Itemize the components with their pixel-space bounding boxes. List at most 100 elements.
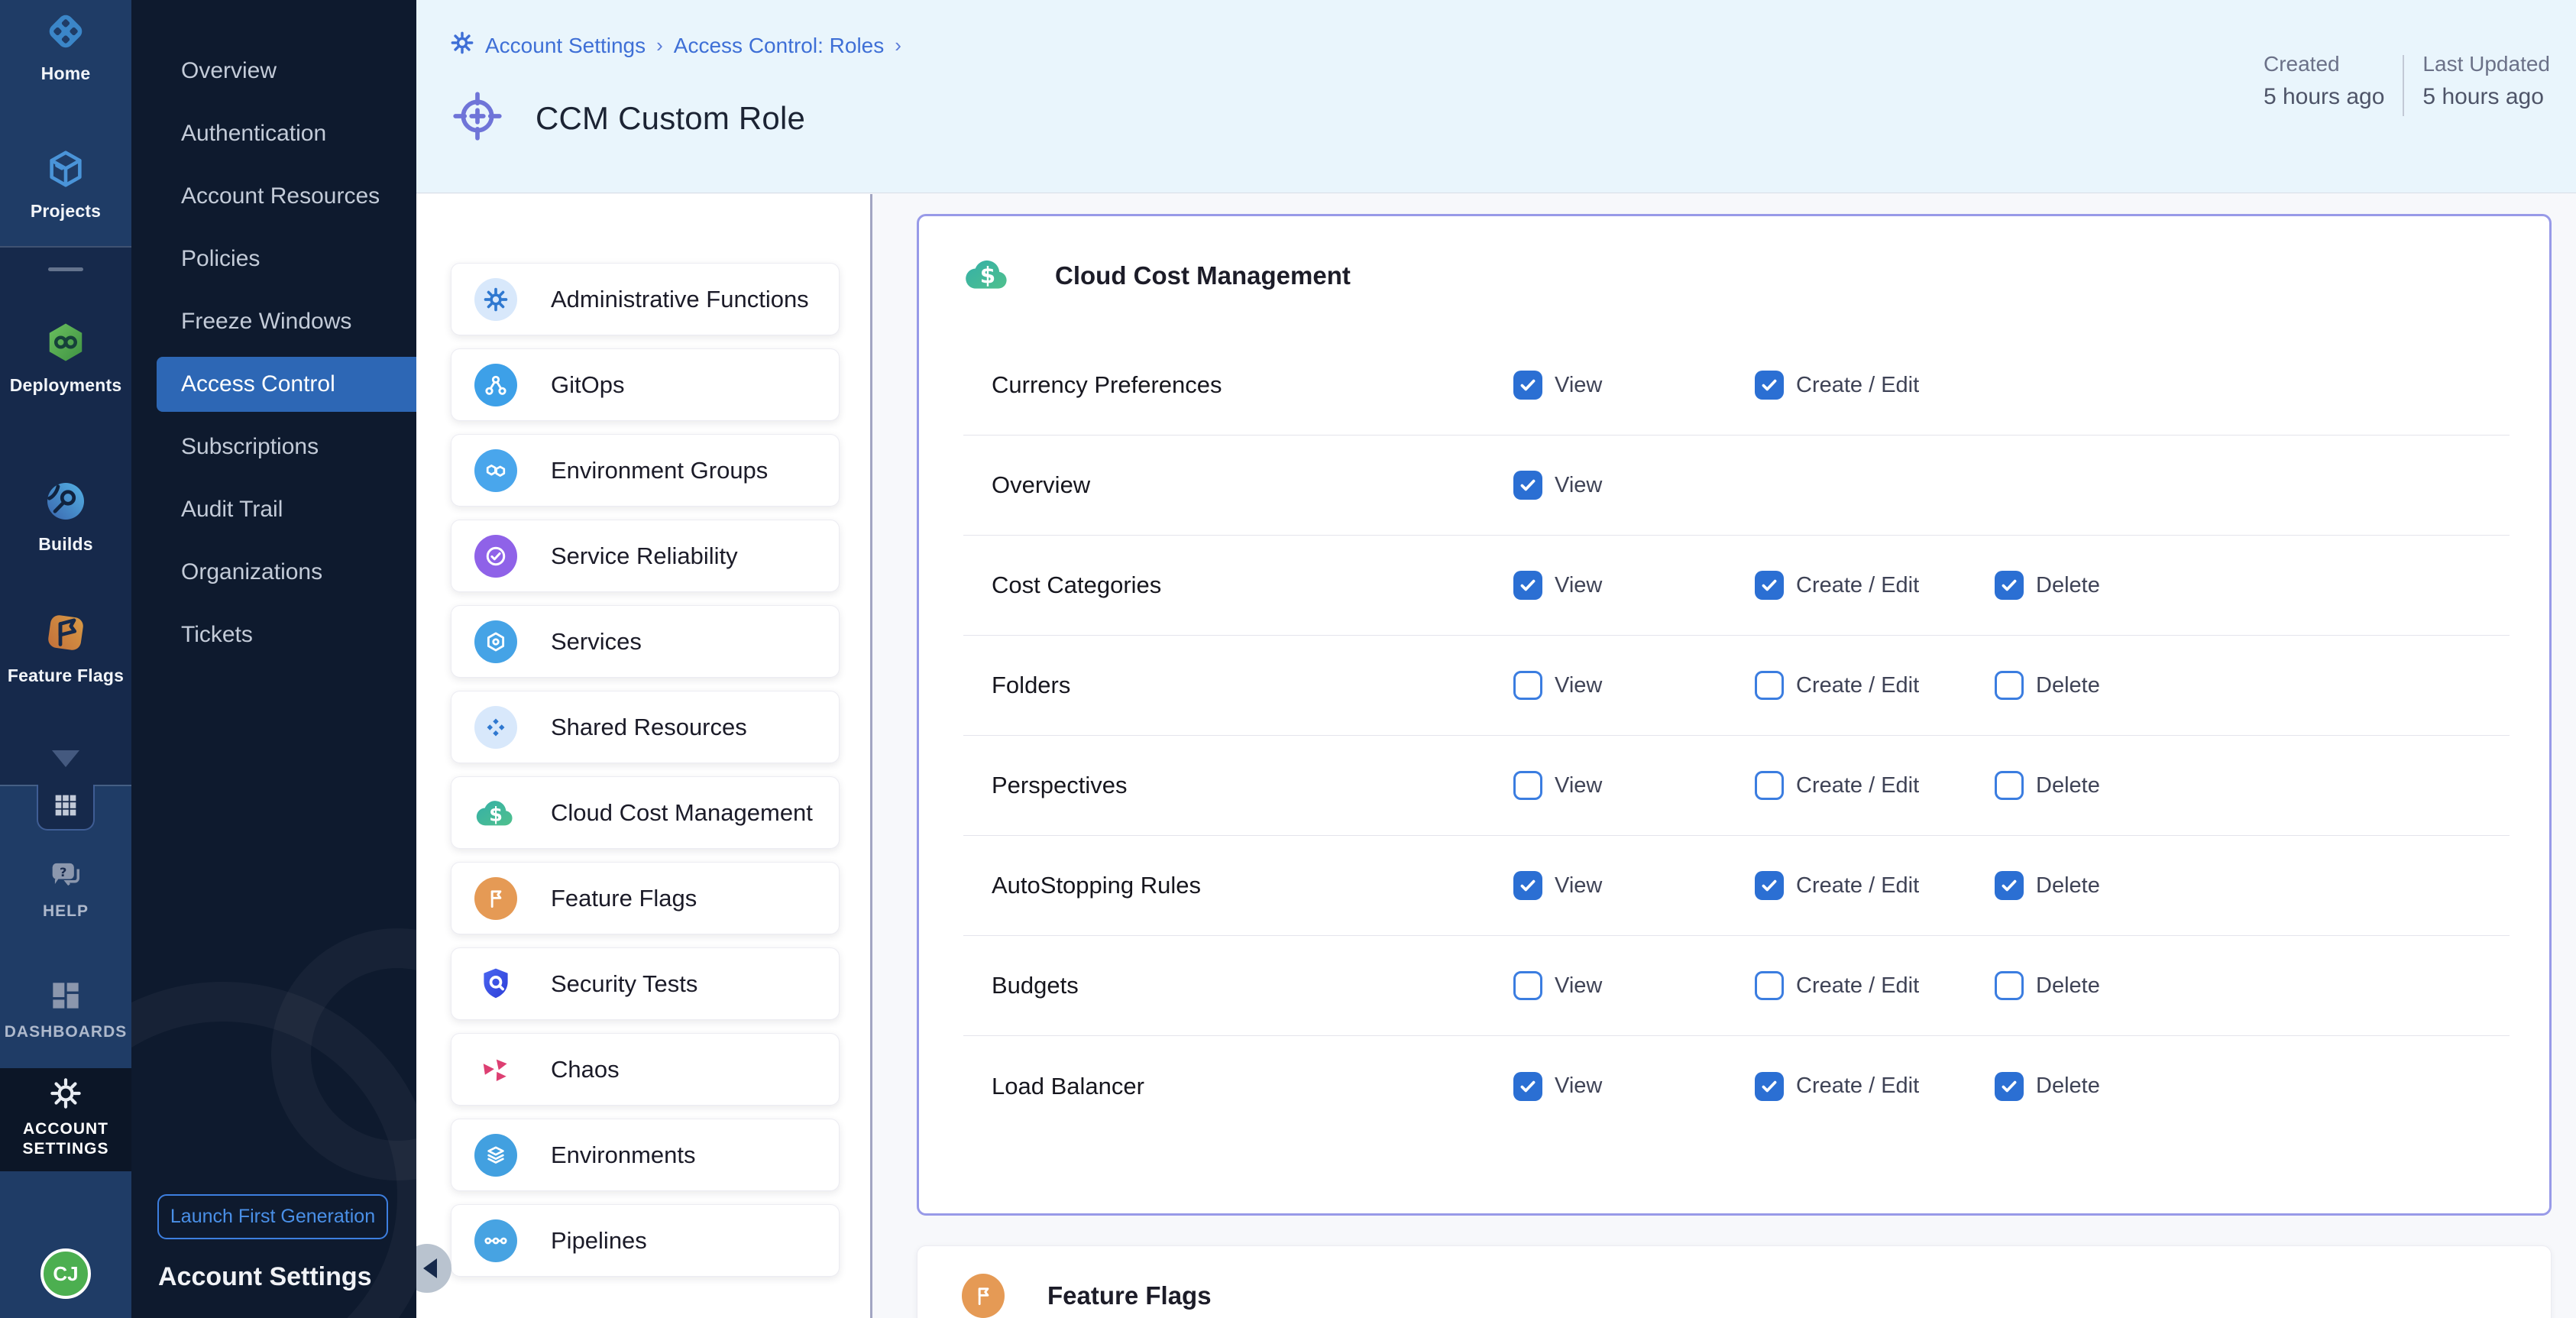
category-card-cloud-cost-management[interactable]: $ Cloud Cost Management [451, 776, 840, 849]
delete-checkbox[interactable] [1995, 771, 2024, 800]
chevron-down-icon[interactable] [52, 750, 79, 767]
delete-checkbox-label: Delete [2036, 573, 2100, 598]
permissions-panel[interactable]: $ Cloud Cost Management Currency Prefere… [917, 214, 2552, 1216]
created-value: 5 hours ago [2264, 84, 2384, 110]
create-edit-permission-cell: Create / Edit [1755, 671, 1919, 700]
delete-checkbox-label: Delete [2036, 773, 2100, 798]
create-edit-checkbox[interactable] [1755, 1072, 1784, 1101]
delete-checkbox-label: Delete [2036, 1074, 2100, 1099]
sidebar-item-home[interactable]: Home [0, 9, 131, 84]
category-card-shared-resources[interactable]: Shared Resources [451, 691, 840, 763]
view-checkbox[interactable] [1513, 371, 1542, 400]
category-label: Services [551, 628, 642, 656]
view-checkbox[interactable] [1513, 971, 1542, 1000]
delete-checkbox[interactable] [1995, 671, 2024, 700]
delete-checkbox[interactable] [1995, 1072, 2024, 1101]
gear-icon [48, 1101, 83, 1114]
sidebar-item-help[interactable]: ? HELP [0, 854, 131, 921]
category-card-gitops[interactable]: GitOps [451, 348, 840, 421]
create-edit-checkbox-label: Create / Edit [1796, 973, 1919, 999]
delete-checkbox[interactable] [1995, 571, 2024, 600]
create-edit-checkbox[interactable] [1755, 971, 1784, 1000]
view-permission-cell: View [1513, 871, 1602, 900]
category-card-environment-groups[interactable]: Environment Groups [451, 434, 840, 507]
breadcrumb-link-access-control-roles[interactable]: Access Control: Roles [674, 34, 884, 58]
sidebar-item-dashboards[interactable]: DASHBOARDS [0, 976, 131, 1041]
sidebar-item-deployments[interactable]: Deployments [0, 319, 131, 396]
settings-nav-item-subscriptions[interactable]: Subscriptions [131, 416, 416, 478]
create-edit-checkbox[interactable] [1755, 371, 1784, 400]
sidebar-item-label: Home [0, 63, 131, 84]
category-card-pipelines[interactable]: Pipelines [451, 1204, 840, 1277]
delete-permission-cell: Delete [1995, 671, 2100, 700]
feature-flags-section[interactable]: Feature Flags [917, 1245, 2552, 1318]
permission-row: Folders View Create / Edit Delete [963, 636, 2510, 736]
create-edit-checkbox[interactable] [1755, 871, 1784, 900]
permission-resource-label: Budgets [992, 972, 1079, 999]
delete-checkbox[interactable] [1995, 971, 2024, 1000]
dashboards-icon [47, 1005, 85, 1018]
view-checkbox-label: View [1555, 673, 1602, 698]
svg-text:?: ? [60, 865, 66, 879]
create-edit-checkbox[interactable] [1755, 571, 1784, 600]
settings-nav-item-overview[interactable]: Overview [131, 40, 416, 102]
view-checkbox-label: View [1555, 973, 1602, 999]
settings-nav-item-label: Policies [181, 246, 260, 272]
view-permission-cell: View [1513, 1072, 1602, 1101]
category-label: Pipelines [551, 1227, 647, 1255]
settings-nav-item-label: Overview [181, 58, 277, 84]
create-edit-checkbox-label: Create / Edit [1796, 373, 1919, 398]
sidebar-item-builds[interactable]: Builds [0, 478, 131, 555]
role-title-row: CCM Custom Role [450, 89, 805, 147]
settings-nav-item-access-control[interactable]: Access Control [157, 357, 416, 412]
breadcrumb-link-account-settings[interactable]: Account Settings [485, 34, 646, 58]
permission-row: Perspectives View Create / Edit Delete [963, 736, 2510, 836]
page-header: Account Settings › Access Control: Roles… [416, 0, 2576, 193]
category-card-services[interactable]: Services [451, 605, 840, 678]
view-checkbox[interactable] [1513, 671, 1542, 700]
settings-nav-item-label: Access Control [181, 371, 335, 397]
settings-nav-item-account-resources[interactable]: Account Resources [131, 165, 416, 228]
permissions-section-title: Cloud Cost Management [1055, 261, 1351, 290]
page-title: CCM Custom Role [536, 100, 805, 137]
avatar[interactable]: CJ [40, 1248, 91, 1299]
category-card-feature-flags[interactable]: Feature Flags [451, 862, 840, 934]
sidebar-item-feature-flags[interactable]: Feature Flags [0, 610, 131, 686]
category-label: Service Reliability [551, 542, 738, 570]
create-edit-checkbox[interactable] [1755, 771, 1784, 800]
category-label: Environment Groups [551, 457, 768, 484]
permission-resource-label: AutoStopping Rules [992, 872, 1201, 899]
category-card-chaos[interactable]: Chaos [451, 1033, 840, 1106]
view-checkbox[interactable] [1513, 1072, 1542, 1101]
settings-nav-item-tickets[interactable]: Tickets [131, 604, 416, 666]
delete-checkbox[interactable] [1995, 871, 2024, 900]
settings-nav-item-policies[interactable]: Policies [131, 228, 416, 290]
breadcrumb-separator: › [656, 34, 663, 57]
permission-row: AutoStopping Rules View Create / Edit De… [963, 836, 2510, 936]
settings-nav-item-organizations[interactable]: Organizations [131, 541, 416, 604]
view-checkbox[interactable] [1513, 771, 1542, 800]
sidebar-item-label: HELP [0, 902, 131, 921]
category-card-service-reliability[interactable]: Service Reliability [451, 520, 840, 592]
view-checkbox[interactable] [1513, 471, 1542, 500]
settings-nav-item-authentication[interactable]: Authentication [131, 102, 416, 165]
category-label: Shared Resources [551, 714, 747, 741]
feature-flags-icon [962, 1274, 1005, 1318]
collapse-arrow-icon [423, 1258, 437, 1278]
settings-nav-item-freeze-windows[interactable]: Freeze Windows [131, 290, 416, 353]
settings-nav-item-audit-trail[interactable]: Audit Trail [131, 478, 416, 541]
sidebar-item-account-settings[interactable]: ACCOUNT SETTINGS [0, 1076, 131, 1160]
view-checkbox[interactable] [1513, 871, 1542, 900]
panel-resize-divider[interactable] [870, 194, 872, 1318]
create-edit-permission-cell: Create / Edit [1755, 871, 1919, 900]
sidebar-item-projects[interactable]: Projects [0, 147, 131, 222]
view-checkbox[interactable] [1513, 571, 1542, 600]
category-card-security-tests[interactable]: Security Tests [451, 947, 840, 1020]
create-edit-checkbox[interactable] [1755, 671, 1784, 700]
category-label: Feature Flags [551, 885, 697, 912]
launch-first-generation-button[interactable]: Launch First Generation [157, 1194, 388, 1239]
module-picker-button[interactable] [37, 785, 95, 831]
pipelines-icon [474, 1219, 517, 1262]
category-card-administrative-functions[interactable]: Administrative Functions [451, 263, 840, 335]
category-card-environments[interactable]: Environments [451, 1119, 840, 1191]
